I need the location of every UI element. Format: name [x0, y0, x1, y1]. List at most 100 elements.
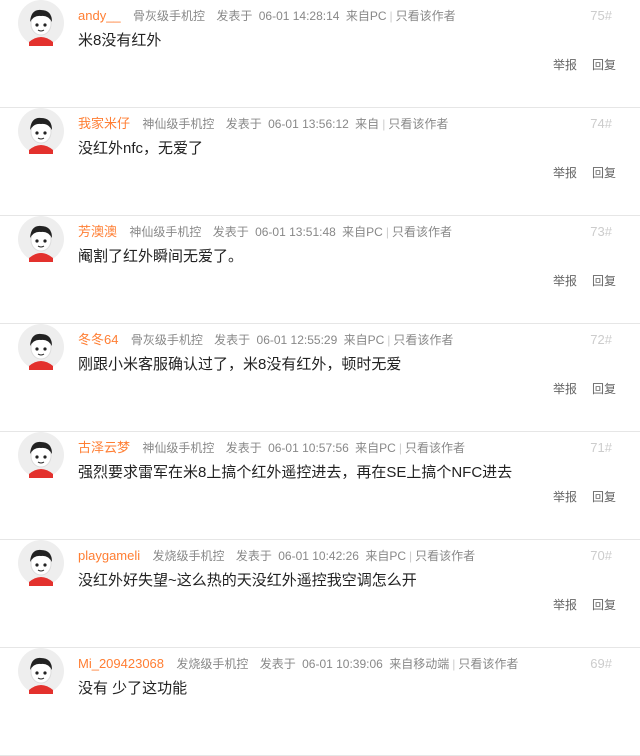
floor-number: 69# [590, 656, 612, 671]
reply-button[interactable]: 回复 [592, 598, 616, 612]
divider: | [382, 117, 386, 131]
post-actions: 举报 回复 [538, 489, 616, 505]
avatar-icon[interactable] [18, 432, 64, 478]
post-meta: Mi_209423068 发烧级手机控 发表于 06-01 10:39:06 来… [78, 656, 518, 672]
avatar-icon[interactable] [18, 0, 64, 46]
only-author-link[interactable]: 只看该作者 [392, 225, 452, 239]
only-author-link[interactable]: 只看该作者 [405, 441, 465, 455]
posted-label: 发表于 [225, 117, 262, 131]
post-actions: 举报 回复 [538, 597, 616, 613]
floor-number: 74# [590, 116, 612, 131]
reply-button[interactable]: 回复 [592, 382, 616, 396]
post-time: 06-01 10:57:56 [268, 441, 349, 455]
username-link[interactable]: andy__ [78, 8, 121, 23]
post-actions: 举报 回复 [538, 165, 616, 181]
post-actions: 举报 回复 [538, 57, 616, 73]
avatar-icon[interactable] [18, 648, 64, 694]
post-time: 06-01 13:51:48 [255, 225, 336, 239]
avatar-icon[interactable] [18, 324, 64, 370]
post-source: 来自PC [355, 441, 396, 455]
report-button[interactable]: 举报 [553, 598, 577, 612]
reply-button[interactable]: 回复 [592, 490, 616, 504]
username-link[interactable]: 冬冬64 [78, 332, 118, 347]
post-meta: playgameli 发烧级手机控 发表于 06-01 10:42:26 来自P… [78, 548, 475, 564]
user-level: 骨灰级手机控 [130, 333, 203, 347]
post-time: 06-01 10:42:26 [278, 549, 359, 563]
report-button[interactable]: 举报 [553, 382, 577, 396]
username-link[interactable]: 我家米仔 [78, 116, 130, 131]
user-level: 骨灰级手机控 [133, 9, 206, 23]
username-link[interactable]: playgameli [78, 548, 140, 563]
floor-number: 71# [590, 440, 612, 455]
user-level: 发烧级手机控 [176, 657, 249, 671]
divider: | [389, 9, 393, 23]
only-author-link[interactable]: 只看该作者 [415, 549, 475, 563]
only-author-link[interactable]: 只看该作者 [458, 657, 518, 671]
posted-label: 发表于 [216, 9, 253, 23]
username-link[interactable]: Mi_209423068 [78, 656, 164, 671]
post-item: 芳澳澳 神仙级手机控 发表于 06-01 13:51:48 来自PC | 只看该作者… [0, 216, 640, 324]
floor-number: 73# [590, 224, 612, 239]
username-link[interactable]: 古泽云梦 [78, 440, 130, 455]
post-meta: 古泽云梦 神仙级手机控 发表于 06-01 10:57:56 来自PC | 只看该作… [78, 440, 465, 456]
divider: | [385, 225, 389, 239]
post-content: 强烈要求雷军在米8上搞个红外遥控进去，再在SE上搞个NFC进去 [78, 464, 513, 481]
posted-label: 发表于 [214, 333, 251, 347]
reply-button[interactable]: 回复 [592, 166, 616, 180]
user-level: 神仙级手机控 [142, 441, 215, 455]
post-content: 刚跟小米客服确认过了，米8没有红外，顿时无爱 [78, 356, 402, 373]
report-button[interactable]: 举报 [553, 166, 577, 180]
only-author-link[interactable]: 只看该作者 [393, 333, 453, 347]
user-level: 神仙级手机控 [129, 225, 202, 239]
only-author-link[interactable]: 只看该作者 [388, 117, 448, 131]
post-content: 米8没有红外 [78, 32, 162, 49]
post-meta: andy__ 骨灰级手机控 发表于 06-01 14:28:14 来自PC | 只看… [78, 8, 456, 24]
post-content: 没红外好失望~这么热的天没红外遥控我空调怎么开 [78, 572, 417, 589]
avatar-icon[interactable] [18, 108, 64, 154]
only-author-link[interactable]: 只看该作者 [396, 9, 456, 23]
avatar-icon[interactable] [18, 216, 64, 262]
user-level: 发烧级手机控 [152, 549, 225, 563]
post-item: andy__ 骨灰级手机控 发表于 06-01 14:28:14 来自PC | 只看… [0, 0, 640, 108]
post-source: 来自移动端 [389, 657, 450, 671]
post-source: 来自PC [343, 333, 385, 347]
post-actions: 举报 回复 [538, 273, 616, 289]
post-meta: 我家米仔 神仙级手机控 发表于 06-01 13:56:12 来自 | 只看该作者 [78, 116, 448, 132]
post-content: 阉割了红外瞬间无爱了。 [78, 248, 244, 265]
post-meta: 冬冬64 骨灰级手机控 发表于 06-01 12:55:29 来自PC | 只看该作… [78, 332, 453, 348]
post-item: 冬冬64 骨灰级手机控 发表于 06-01 12:55:29 来自PC | 只看该作… [0, 324, 640, 432]
floor-number: 70# [590, 548, 612, 563]
reply-button[interactable]: 回复 [592, 274, 616, 288]
avatar-icon[interactable] [18, 540, 64, 586]
post-time: 06-01 14:28:14 [258, 9, 340, 23]
reply-button[interactable]: 回复 [592, 58, 616, 72]
post-source: 来自PC [342, 225, 383, 239]
post-item: 古泽云梦 神仙级手机控 发表于 06-01 10:57:56 来自PC | 只看该作… [0, 432, 640, 540]
floor-number: 75# [590, 8, 612, 23]
post-source: 来自PC [345, 9, 387, 23]
post-item: 我家米仔 神仙级手机控 发表于 06-01 13:56:12 来自 | 只看该作者 … [0, 108, 640, 216]
divider: | [398, 441, 402, 455]
posted-label: 发表于 [259, 657, 296, 671]
post-content: 没红外nfc，无爱了 [78, 140, 204, 157]
username-link[interactable]: 芳澳澳 [78, 224, 117, 239]
post-time: 06-01 12:55:29 [256, 333, 338, 347]
floor-number: 72# [590, 332, 612, 347]
user-level: 神仙级手机控 [142, 117, 215, 131]
reply-thread: andy__ 骨灰级手机控 发表于 06-01 14:28:14 来自PC | 只看… [0, 0, 640, 756]
post-source: 来自PC [365, 549, 406, 563]
post-time: 06-01 13:56:12 [268, 117, 349, 131]
post-item: Mi_209423068 发烧级手机控 发表于 06-01 10:39:06 来… [0, 648, 640, 756]
post-item: playgameli 发烧级手机控 发表于 06-01 10:42:26 来自P… [0, 540, 640, 648]
report-button[interactable]: 举报 [553, 274, 577, 288]
report-button[interactable]: 举报 [553, 58, 577, 72]
post-source: 来自 [355, 117, 380, 131]
report-button[interactable]: 举报 [553, 490, 577, 504]
posted-label: 发表于 [225, 441, 262, 455]
posted-label: 发表于 [212, 225, 249, 239]
divider: | [408, 549, 413, 563]
posted-label: 发表于 [235, 549, 272, 563]
post-time: 06-01 10:39:06 [302, 657, 383, 671]
post-actions: 举报 回复 [538, 381, 616, 397]
post-meta: 芳澳澳 神仙级手机控 发表于 06-01 13:51:48 来自PC | 只看该作者 [78, 224, 452, 240]
